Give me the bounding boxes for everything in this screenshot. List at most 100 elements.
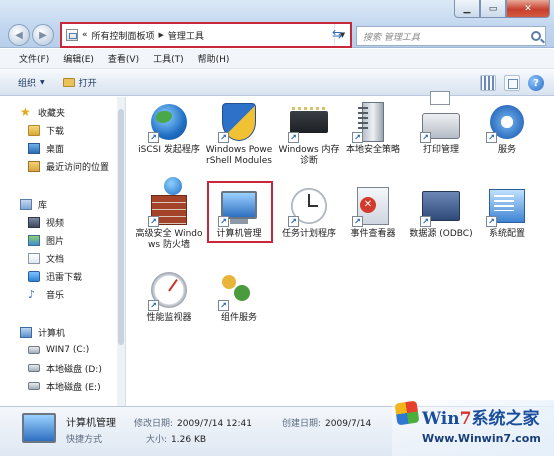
watermark: Win7系统之家 Www.Winwin7.com <box>392 400 554 456</box>
minimize-button[interactable]: ▁ <box>454 0 480 18</box>
item-local-security-policy[interactable]: ↗ 本地安全策略 <box>339 101 407 156</box>
search-icon[interactable] <box>531 31 541 41</box>
file-list: ↗ iSCSI 发起程序 ↗ Windows PowerShell Module… <box>127 97 554 406</box>
selection-highlight <box>207 181 273 243</box>
open-label: 打开 <box>78 79 97 89</box>
details-modified-value: 2009/7/14 12:41 <box>177 419 252 429</box>
item-task-scheduler[interactable]: ↗ 任务计划程序 <box>275 185 343 240</box>
details-item-type: 快捷方式 <box>66 435 103 445</box>
breadcrumb-separator-icon[interactable]: ▶ <box>159 31 164 39</box>
item-label: Windows 内存诊断 <box>278 145 340 166</box>
sidebar-item-recent-places[interactable]: 最近访问的位置 <box>28 157 109 175</box>
sidebar-item-computer[interactable]: 计算机 <box>20 323 65 341</box>
change-view-icon[interactable] <box>480 75 496 91</box>
watermark-brand-w: Win <box>422 409 460 429</box>
details-created-value: 2009/7/14 <box>325 419 372 429</box>
item-label: Windows PowerShell Modules <box>205 145 273 166</box>
preview-pane-icon[interactable] <box>504 75 520 91</box>
item-label: 系统配置 <box>488 229 525 239</box>
menu-tools[interactable]: 工具(T) <box>146 52 191 65</box>
downloads-folder-icon <box>28 124 40 136</box>
details-item-name: 计算机管理 <box>66 418 116 429</box>
item-label: 组件服务 <box>220 313 257 323</box>
item-label: 事件查看器 <box>350 229 396 239</box>
item-system-configuration[interactable]: ↗ 系统配置 <box>473 185 541 240</box>
details-modified: 修改日期: 2009/7/14 12:41 <box>134 416 252 429</box>
address-bar[interactable]: « 所有控制面板项 ▶ 管理工具 ▼ <box>60 22 352 48</box>
computer-management-icon <box>22 413 56 443</box>
sidebar-label: 音乐 <box>46 290 65 301</box>
item-label: 服务 <box>497 145 516 155</box>
sidebar-item-drive-d[interactable]: 本地磁盘 (D:) <box>28 359 102 377</box>
menu-file[interactable]: 文件(F) <box>12 52 56 65</box>
breadcrumb-control-panel[interactable]: 所有控制面板项 <box>92 29 155 42</box>
sidebar-scroll-thumb[interactable] <box>118 109 124 345</box>
sidebar-item-documents[interactable]: 文档 <box>28 249 64 267</box>
item-odbc[interactable]: ↗ 数据源 (ODBC) <box>407 185 475 240</box>
arrow-left-icon: ◀ <box>15 29 23 41</box>
chevron-down-icon: ▼ <box>40 79 45 86</box>
details-size-value: 1.26 KB <box>171 435 207 445</box>
sidebar-item-xunlei-downloads[interactable]: 迅雷下载 <box>28 267 82 285</box>
music-icon: ♪ <box>28 287 36 301</box>
sidebar-item-desktop[interactable]: 桌面 <box>28 139 64 157</box>
sidebar-label: 本地磁盘 (E:) <box>46 382 101 393</box>
search-input[interactable]: 搜索 管理工具 <box>356 26 546 46</box>
sidebar-item-drive-e[interactable]: 本地磁盘 (E:) <box>28 377 101 395</box>
item-memory-diagnostic[interactable]: ↗ Windows 内存诊断 <box>275 101 343 167</box>
close-button[interactable]: ✕ <box>506 0 550 18</box>
details-created-label: 创建日期: <box>282 419 322 429</box>
windows-logo-icon <box>394 400 420 426</box>
watermark-url: Www.Winwin7.com <box>422 432 541 445</box>
sidebar-item-favorites[interactable]: ★ 收藏夹 <box>20 103 65 121</box>
breadcrumb-overflow[interactable]: « <box>82 30 88 40</box>
sidebar-item-libraries[interactable]: 库 <box>20 195 47 213</box>
item-event-viewer[interactable]: ↗ 事件查看器 <box>339 185 407 240</box>
item-services[interactable]: ↗ 服务 <box>473 101 541 156</box>
view-tools: ? <box>480 75 544 91</box>
computer-icon <box>20 326 32 338</box>
menu-help[interactable]: 帮助(H) <box>191 52 237 65</box>
organize-button[interactable]: 组织 ▼ <box>18 76 45 89</box>
menu-view[interactable]: 查看(V) <box>101 52 146 65</box>
maximize-button[interactable]: ▭ <box>480 0 506 18</box>
sidebar-label: 本地磁盘 (D:) <box>46 364 102 375</box>
sidebar-item-music[interactable]: ♪ 音乐 <box>28 285 64 303</box>
open-folder-icon <box>62 78 75 87</box>
sidebar-item-pictures[interactable]: 图片 <box>28 231 64 249</box>
watermark-brand-7: 7 <box>459 409 472 429</box>
item-component-services[interactable]: ↗ 组件服务 <box>205 269 273 324</box>
forward-button[interactable]: ▶ <box>32 24 54 46</box>
open-button[interactable]: 打开 <box>62 76 97 89</box>
search-placeholder: 搜索 管理工具 <box>363 32 420 43</box>
item-powershell-modules[interactable]: ↗ Windows PowerShell Modules <box>205 101 273 167</box>
help-icon[interactable]: ? <box>528 75 544 91</box>
breadcrumb-admin-tools[interactable]: 管理工具 <box>168 29 204 42</box>
shortcut-arrow-icon: ↗ <box>148 300 159 311</box>
details-created: 创建日期: 2009/7/14 <box>282 416 371 429</box>
sidebar-label: 库 <box>38 200 48 211</box>
shortcut-arrow-icon: ↗ <box>218 132 229 143</box>
title-bar: ▁ ▭ ✕ ◀ ▶ « 所有控制面板项 ▶ 管理工具 ▼ ⇆ 搜索 管理工具 <box>0 0 554 48</box>
sidebar-scrollbar[interactable] <box>117 97 125 406</box>
menu-edit[interactable]: 编辑(E) <box>56 52 101 65</box>
item-advanced-firewall[interactable]: ↗ 高级安全 Windows 防火墙 <box>135 185 203 251</box>
shortcut-arrow-icon: ↗ <box>288 132 299 143</box>
refresh-button[interactable]: ⇆ <box>326 24 348 44</box>
sidebar-item-videos[interactable]: 视频 <box>28 213 64 231</box>
item-label: 打印管理 <box>422 145 459 155</box>
libraries-icon <box>20 198 32 210</box>
item-print-management[interactable]: ↗ 打印管理 <box>407 101 475 156</box>
star-icon: ★ <box>20 104 31 119</box>
sidebar-item-downloads[interactable]: 下载 <box>28 121 64 139</box>
drive-icon <box>28 364 40 372</box>
back-button[interactable]: ◀ <box>8 24 30 46</box>
item-label: 任务计划程序 <box>281 229 336 239</box>
item-performance-monitor[interactable]: ↗ 性能监视器 <box>135 269 203 324</box>
item-iscsi[interactable]: ↗ iSCSI 发起程序 <box>135 101 203 156</box>
sidebar-label: 最近访问的位置 <box>46 162 110 173</box>
item-label: iSCSI 发起程序 <box>138 145 200 155</box>
shortcut-arrow-icon: ↗ <box>218 300 229 311</box>
sidebar-item-drive-c[interactable]: WIN7 (C:) <box>28 341 89 359</box>
command-bar: 组织 ▼ 打开 <box>0 70 554 96</box>
